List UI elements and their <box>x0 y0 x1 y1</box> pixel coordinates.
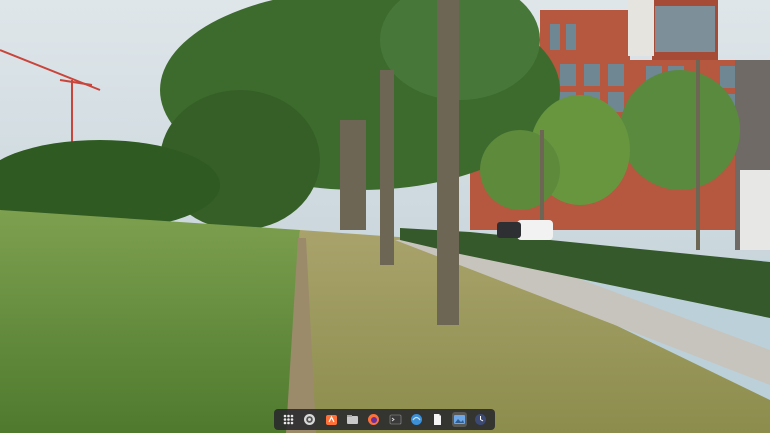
terminal-icon[interactable] <box>388 412 403 427</box>
software-center-icon[interactable] <box>324 412 339 427</box>
applications-grid-icon[interactable] <box>281 412 296 427</box>
image-viewer-icon[interactable] <box>451 412 467 427</box>
file-manager-icon[interactable] <box>345 412 360 427</box>
system-settings-icon[interactable] <box>302 412 317 427</box>
text-editor-icon[interactable] <box>430 412 445 427</box>
dock <box>274 409 495 430</box>
browser-icon[interactable] <box>409 412 424 427</box>
desktop-wallpaper <box>0 0 770 433</box>
clock-icon[interactable] <box>473 412 488 427</box>
firefox-icon[interactable] <box>366 412 381 427</box>
